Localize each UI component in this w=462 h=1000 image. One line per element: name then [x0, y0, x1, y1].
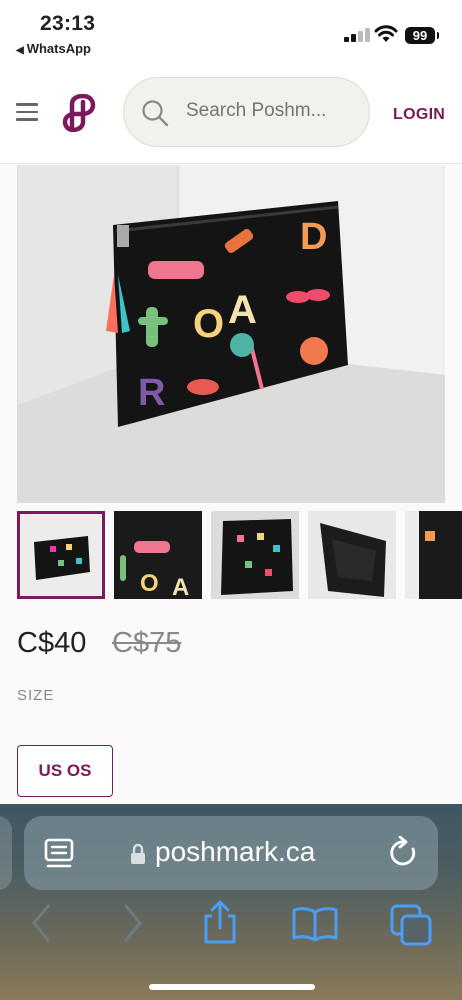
current-price: C$40 [17, 627, 87, 659]
status-bar: 23:13 ◀ WhatsApp 99 [0, 0, 462, 66]
hamburger-icon[interactable] [16, 103, 38, 121]
back-triangle-icon: ◀ [16, 45, 24, 56]
previous-tab-peek[interactable] [0, 816, 12, 890]
main-product-image[interactable]: D O A R [17, 165, 445, 503]
search-input[interactable] [186, 100, 356, 122]
bookmarks-icon[interactable] [292, 906, 338, 942]
address-bar[interactable]: poshmark.ca [24, 816, 438, 890]
size-label: SIZE [17, 687, 55, 704]
back-icon[interactable] [28, 902, 54, 944]
cellular-signal-icon [344, 28, 370, 42]
battery-icon: 99 [405, 27, 439, 44]
svg-text:D: D [300, 216, 327, 258]
status-time: 23:13 [40, 12, 96, 35]
search-icon [142, 100, 169, 127]
search-bar[interactable] [123, 77, 370, 147]
reload-icon[interactable] [388, 836, 420, 870]
thumbnail-1[interactable] [17, 511, 105, 599]
size-option-button[interactable]: US OS [17, 745, 113, 797]
wifi-icon [374, 25, 398, 42]
back-to-app-link[interactable]: ◀ WhatsApp [16, 41, 91, 56]
thumbnail-strip: O A [17, 511, 462, 599]
svg-text:A: A [228, 288, 257, 332]
svg-text:O: O [140, 570, 159, 597]
listing-content: D O A R O A C$40 C$75 SIZE US OS [0, 165, 462, 805]
thumbnail-3[interactable] [211, 511, 299, 599]
thumbnail-2[interactable]: O A [114, 511, 202, 599]
url-text: poshmark.ca [155, 836, 316, 867]
svg-text:R: R [138, 372, 165, 414]
svg-text:A: A [172, 574, 189, 599]
reader-icon[interactable] [44, 838, 74, 870]
back-app-label: WhatsApp [26, 41, 91, 56]
poshmark-logo[interactable] [62, 94, 96, 132]
site-header: LOGIN [0, 66, 462, 164]
browser-toolbar: poshmark.ca [0, 804, 462, 1000]
thumbnail-5[interactable] [405, 511, 462, 599]
original-price: C$75 [112, 627, 182, 659]
lock-icon [131, 843, 145, 864]
tabs-icon[interactable] [390, 904, 434, 946]
forward-icon[interactable] [120, 902, 146, 944]
svg-text:O: O [193, 302, 224, 346]
login-link[interactable]: LOGIN [393, 106, 445, 124]
home-indicator[interactable] [149, 984, 315, 990]
thumbnail-4[interactable] [308, 511, 396, 599]
share-icon[interactable] [200, 900, 240, 946]
